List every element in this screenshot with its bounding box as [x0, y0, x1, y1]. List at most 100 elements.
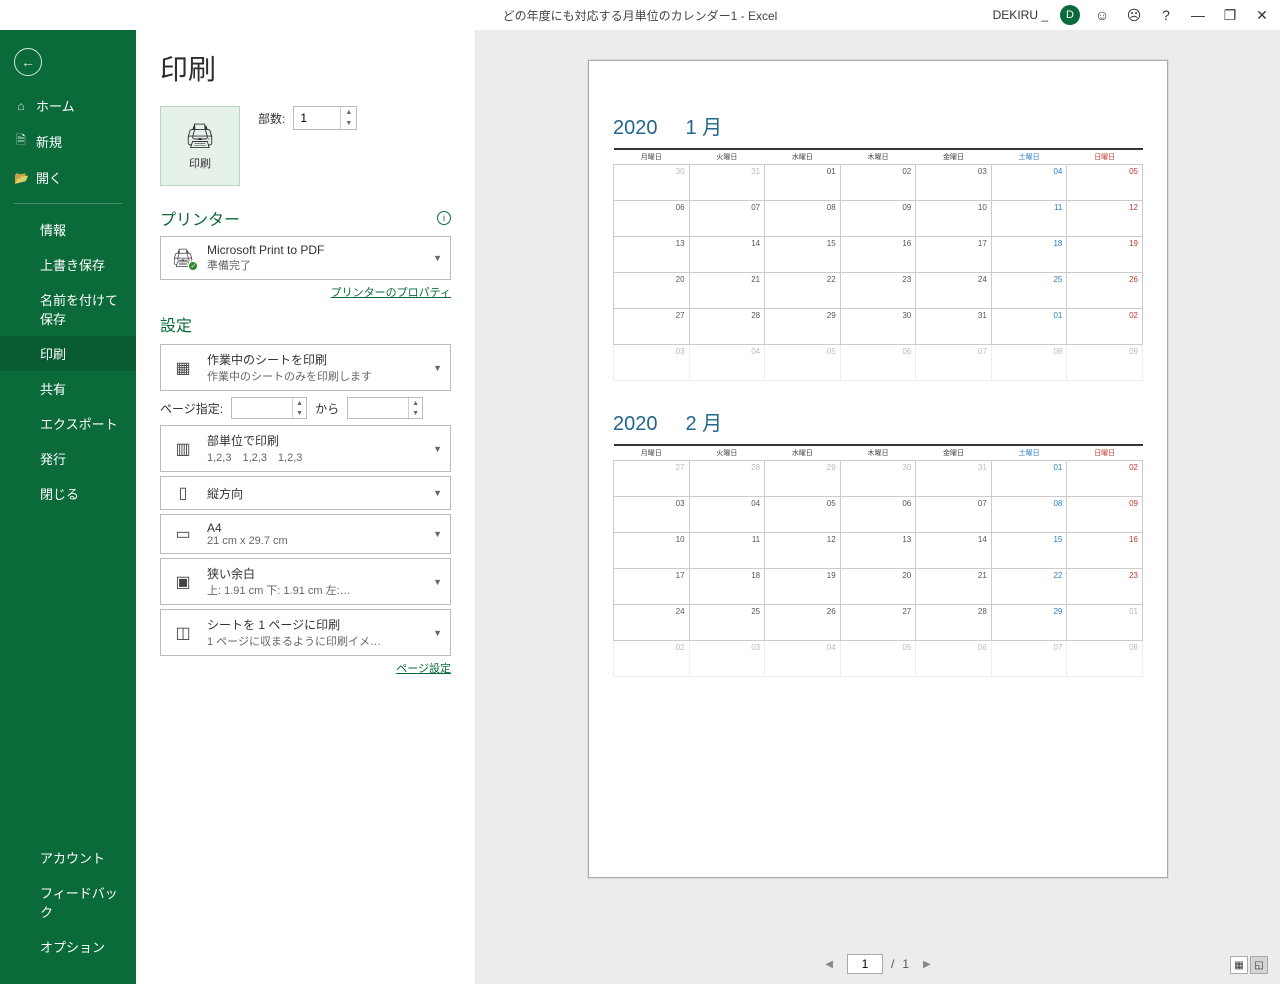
chevron-down-icon: ▼: [433, 444, 442, 454]
sidebar-item-mid-6[interactable]: 発行: [0, 441, 136, 476]
sidebar-divider: [14, 203, 122, 204]
help-icon[interactable]: ?: [1156, 5, 1176, 25]
sidebar-item-2[interactable]: 📂開く: [0, 160, 136, 195]
sidebar-item-label: フィードバック: [40, 883, 122, 921]
back-button[interactable]: ←: [14, 48, 42, 76]
sidebar-item-label: 共有: [40, 379, 66, 398]
sidebar-item-label: 名前を付けて保存: [40, 290, 122, 328]
calendar-title: 20201 月: [613, 111, 1143, 140]
minimize-icon[interactable]: —: [1188, 5, 1208, 25]
calendar-table: 月曜日火曜日水曜日木曜日金曜日土曜日日曜日2728293031010203040…: [613, 444, 1143, 677]
backstage-sidebar: ← ⌂ ホーム 🗎 新規 📂開く 情報上書き保存名前を付けて保存印刷共有エクスポート発行…: [0, 30, 136, 984]
collate-desc: 1,2,3 1,2,3 1,2,3: [207, 449, 442, 465]
chevron-down-icon: ▼: [433, 529, 442, 539]
print-button-label: 印刷: [189, 155, 211, 171]
print-button[interactable]: 印刷: [160, 106, 240, 186]
sidebar-item-bottom-2[interactable]: オプション: [0, 929, 136, 964]
paper-title: A4: [207, 521, 442, 535]
printer-status: 準備完了: [207, 257, 442, 273]
fit-icon: [175, 623, 190, 643]
page-to-input[interactable]: ▲▼: [347, 397, 423, 419]
page-number-input[interactable]: [847, 954, 883, 974]
sidebar-item-mid-5[interactable]: エクスポート: [0, 406, 136, 441]
paper-size-selector[interactable]: A4 21 cm x 29.7 cm ▼: [160, 514, 451, 554]
sidebar-item-bottom-0[interactable]: アカウント: [0, 840, 136, 875]
collate-selector[interactable]: 部単位で印刷 1,2,3 1,2,3 1,2,3 ▼: [160, 425, 451, 472]
smile-icon[interactable]: ☺: [1092, 5, 1112, 25]
spin-down-icon[interactable]: ▼: [340, 118, 356, 129]
sidebar-item-1[interactable]: 🗎 新規: [0, 123, 136, 160]
copies-label: 部数:: [258, 110, 285, 127]
page-setup-link[interactable]: ページ設定: [160, 660, 451, 676]
prev-page-button[interactable]: ◀: [819, 959, 839, 970]
print-what-title: 作業中のシートを印刷: [207, 351, 442, 368]
spin-up-icon[interactable]: ▲: [340, 107, 356, 118]
copies-field[interactable]: [294, 111, 340, 125]
chevron-down-icon: ▼: [433, 488, 442, 498]
orientation-title: 縦方向: [207, 485, 442, 502]
page-title: 印刷: [160, 48, 451, 88]
print-what-selector[interactable]: 作業中のシートを印刷 作業中のシートのみを印刷します ▼: [160, 344, 451, 391]
show-margins-button[interactable]: ▦: [1230, 956, 1248, 974]
sidebar-item-mid-0[interactable]: 情報: [0, 212, 136, 247]
sidebar-item-label: 発行: [40, 449, 66, 468]
a4-icon: [175, 524, 190, 544]
sidebar-icon: 🗎: [14, 131, 28, 152]
collate-title: 部単位で印刷: [207, 432, 442, 449]
printer-icon: [185, 122, 215, 151]
print-preview-pane: 20201 月月曜日火曜日水曜日木曜日金曜日土曜日日曜日303101020304…: [476, 30, 1280, 984]
page-icon: [179, 483, 188, 503]
sidebar-item-mid-2[interactable]: 名前を付けて保存: [0, 282, 136, 336]
print-preview-page: 20201 月月曜日火曜日水曜日木曜日金曜日土曜日日曜日303101020304…: [588, 60, 1168, 878]
print-settings-pane: 印刷 印刷 部数: ▲▼ プリンター i ✓: [136, 30, 476, 984]
sidebar-item-label: 情報: [40, 220, 66, 239]
scaling-desc: 1 ページに収まるように印刷イメ…: [207, 633, 442, 649]
sidebar-icon: 📂: [14, 171, 28, 185]
sidebar-icon: ⌂: [14, 99, 28, 113]
paper-desc: 21 cm x 29.7 cm: [207, 535, 442, 547]
copies-input[interactable]: ▲▼: [293, 106, 357, 130]
collate-icon: [175, 439, 190, 459]
sidebar-item-mid-7[interactable]: 閉じる: [0, 476, 136, 511]
close-icon[interactable]: ✕: [1252, 5, 1272, 25]
page-from-input[interactable]: ▲▼: [231, 397, 307, 419]
chevron-down-icon: ▼: [433, 363, 442, 373]
settings-heading: 設定: [160, 312, 451, 336]
sidebar-item-mid-3[interactable]: 印刷: [0, 336, 136, 371]
chevron-down-icon: ▼: [433, 253, 442, 263]
print-what-desc: 作業中のシートのみを印刷します: [207, 368, 442, 384]
zoom-page-button[interactable]: ◱: [1250, 956, 1268, 974]
avatar[interactable]: D: [1060, 5, 1080, 25]
sidebar-item-label: 新規: [36, 132, 62, 151]
printer-selector[interactable]: ✓ Microsoft Print to PDF 準備完了 ▼: [160, 236, 451, 280]
user-name: DEKIRU _: [993, 8, 1048, 22]
next-page-button[interactable]: ▶: [917, 959, 937, 970]
scaling-selector[interactable]: シートを 1 ページに印刷 1 ページに収まるように印刷イメ… ▼: [160, 609, 451, 656]
scaling-title: シートを 1 ページに印刷: [207, 616, 442, 633]
chevron-down-icon: ▼: [433, 628, 442, 638]
printer-name: Microsoft Print to PDF: [207, 243, 442, 257]
sidebar-item-mid-4[interactable]: 共有: [0, 371, 136, 406]
frown-icon[interactable]: ☹: [1124, 5, 1144, 25]
sidebar-item-mid-1[interactable]: 上書き保存: [0, 247, 136, 282]
sidebar-item-0[interactable]: ⌂ ホーム: [0, 88, 136, 123]
margins-title: 狭い余白: [207, 565, 442, 582]
margins-selector[interactable]: 狭い余白 上: 1.91 cm 下: 1.91 cm 左:… ▼: [160, 558, 451, 605]
margins-icon: [175, 572, 190, 592]
page-spec-label: ページ指定:: [160, 400, 223, 417]
page-total: 1: [902, 957, 909, 971]
restore-icon[interactable]: ❐: [1220, 5, 1240, 25]
sidebar-item-label: 閉じる: [40, 484, 79, 503]
calendar-table: 月曜日火曜日水曜日木曜日金曜日土曜日日曜日3031010203040506070…: [613, 148, 1143, 381]
sidebar-item-label: 印刷: [40, 344, 66, 363]
page-spec-kara: から: [315, 400, 339, 417]
sidebar-item-label: アカウント: [40, 848, 105, 867]
printer-properties-link[interactable]: プリンターのプロパティ: [160, 284, 451, 300]
printer-device-icon: ✓: [172, 248, 195, 269]
calendar-title: 20202 月: [613, 407, 1143, 436]
info-icon[interactable]: i: [437, 211, 451, 225]
sidebar-item-label: 上書き保存: [40, 255, 105, 274]
sidebar-item-label: ホーム: [36, 96, 75, 115]
orientation-selector[interactable]: 縦方向 ▼: [160, 476, 451, 510]
sidebar-item-bottom-1[interactable]: フィードバック: [0, 875, 136, 929]
